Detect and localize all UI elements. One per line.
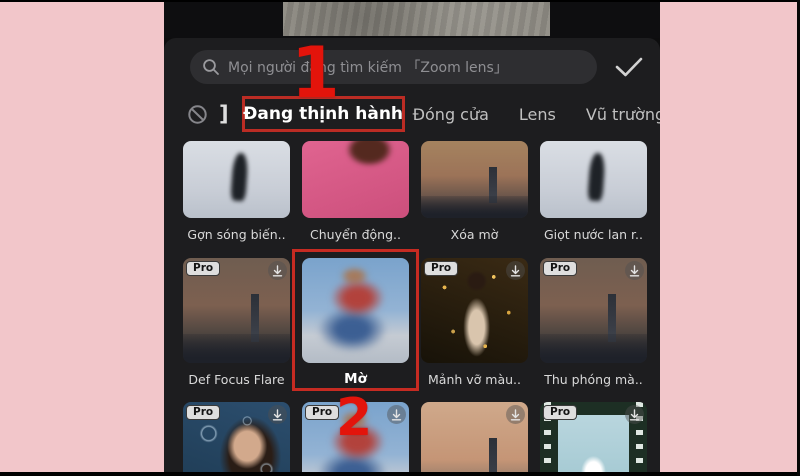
video-preview [283,2,550,36]
effect-thumbnail: Pro [302,258,409,363]
effects-tab-bar: ] Đang thịnh hành Đóng cửa Lens Vũ trườn… [164,96,660,132]
letterbox-left [0,2,164,472]
download-icon[interactable] [387,405,406,424]
letterbox-right [660,2,797,472]
pro-badge: Pro [305,405,340,420]
effect-thumbnail: Pro [183,141,290,218]
pro-badge: Pro [543,261,578,276]
effect-thumbnail: Pro [421,141,528,218]
effects-row-3: Pro Pro Pro [183,402,647,476]
pro-badge: Pro [543,405,578,420]
download-icon[interactable] [506,261,525,280]
effect-card[interactable]: Pro [540,402,647,476]
pro-badge: Pro [186,405,221,420]
effect-label: Xóa mờ [450,227,499,242]
annotation-step-1: 1 [291,38,340,114]
tab-lens[interactable]: Lens [519,105,556,124]
effect-card[interactable]: Pro [183,402,290,476]
effect-card-manh-vo-mau[interactable]: Pro Mảnh vỡ màu.. [421,258,528,388]
effects-panel: Mọi người đang tìm kiếm 「Zoom lens」 ] Đa… [164,38,660,476]
annotation-step-2: 2 [336,388,373,448]
download-icon[interactable] [268,405,287,424]
tab-vu-truong[interactable]: Vũ trường [586,105,660,124]
effect-card-giot-nuoc[interactable]: Pro Giọt nước lan r.. [540,141,647,243]
effect-label: Def Focus Flare [188,372,285,387]
confirm-button[interactable] [611,55,647,83]
search-icon [202,58,220,76]
top-border [0,0,800,2]
effect-card-mo[interactable]: Pro Mờ [292,249,419,391]
pro-badge: Pro [424,261,459,276]
effect-card-chuyen-dong[interactable]: Pro Chuyển động.. [302,141,409,243]
download-icon[interactable] [625,405,644,424]
effect-label: Giọt nước lan r.. [544,227,643,242]
effect-card[interactable]: Pro [421,402,528,476]
effect-thumbnail: Pro [540,141,647,218]
effect-thumbnail: Pro [421,258,528,363]
download-icon[interactable] [506,405,525,424]
no-effect-icon[interactable] [187,104,208,125]
bottom-border [0,472,800,476]
effect-label: Mảnh vỡ màu.. [428,372,521,387]
effect-card-xoa-mo[interactable]: Pro Xóa mờ [421,141,528,243]
effect-thumbnail: Pro [540,258,647,363]
effect-card-thu-phong[interactable]: Pro Thu phóng mà.. [540,258,647,388]
effect-card-gon-song-bien[interactable]: Pro Gợn sóng biến.. [183,141,290,243]
bracket-icon: ] [219,101,229,126]
effect-thumbnail: Pro [540,402,647,476]
effects-row-1: Pro Gợn sóng biến.. Pro Chuyển động.. Pr… [183,141,647,243]
effect-card-def-focus-flare[interactable]: Pro Def Focus Flare [183,258,290,388]
effect-label: Mờ [344,371,367,387]
check-icon [614,54,644,84]
effect-label: Chuyển động.. [310,227,401,242]
search-input[interactable]: Mọi người đang tìm kiếm 「Zoom lens」 [190,50,597,84]
effect-thumbnail: Pro [183,258,290,363]
download-icon[interactable] [625,261,644,280]
screenshot-stage: Mọi người đang tìm kiếm 「Zoom lens」 ] Đa… [0,0,800,476]
tab-dong-cua[interactable]: Đóng cửa [413,105,489,124]
pro-badge: Pro [186,261,221,276]
effect-thumbnail: Pro [302,141,409,218]
effect-label: Thu phóng mà.. [544,372,643,387]
search-placeholder: Mọi người đang tìm kiếm 「Zoom lens」 [228,60,508,76]
effect-thumbnail: Pro [421,402,528,476]
download-icon[interactable] [268,261,287,280]
effect-thumbnail: Pro [183,402,290,476]
effects-row-2: Pro Def Focus Flare Pro Mờ Pro M [183,249,647,391]
effect-label: Gợn sóng biến.. [187,227,286,242]
